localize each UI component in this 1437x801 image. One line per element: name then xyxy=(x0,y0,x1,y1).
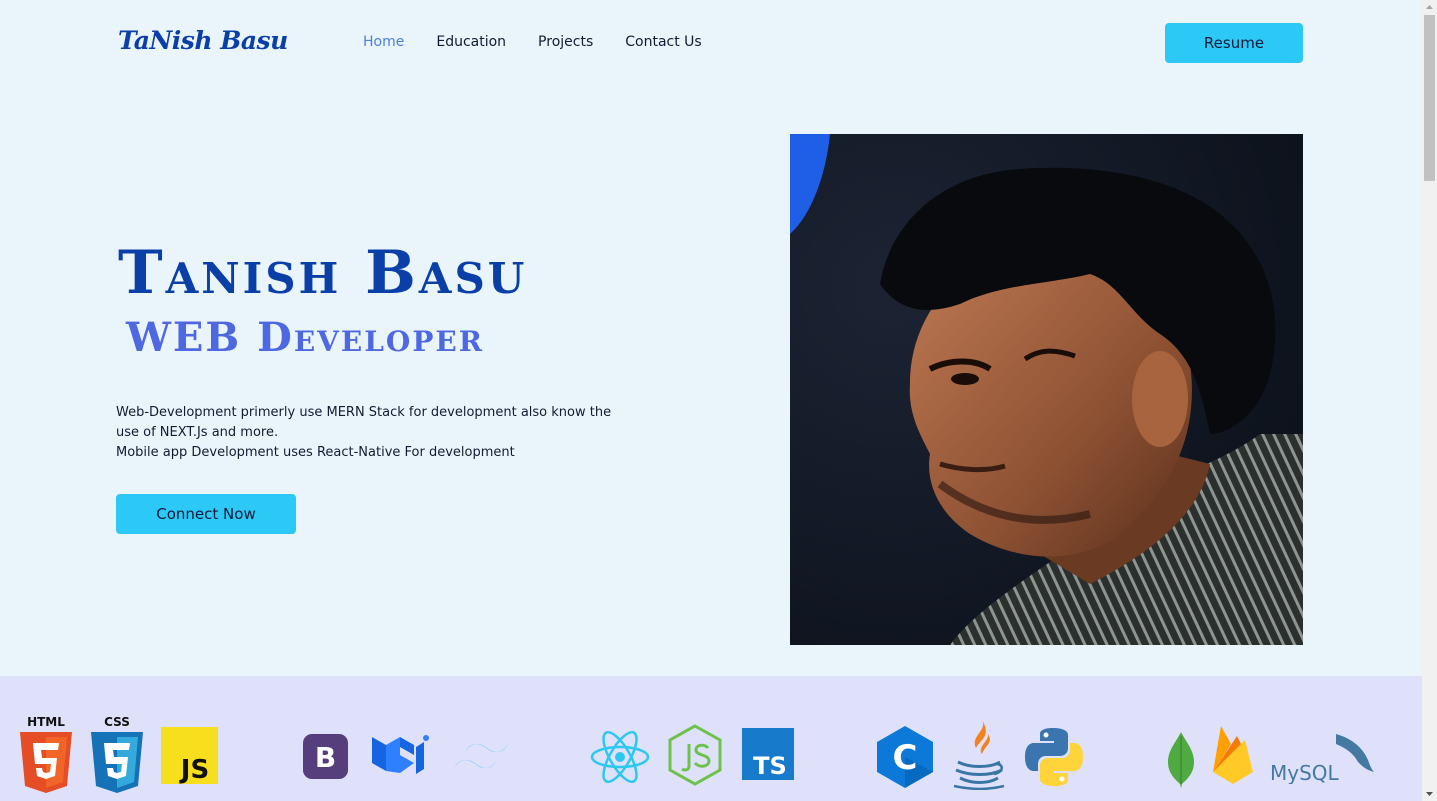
hero-description-line: Web-Development primerly use MERN Stack … xyxy=(116,405,612,420)
html5-label: HTML xyxy=(27,715,65,729)
connect-now-button[interactable]: Connect Now xyxy=(116,494,296,534)
hero-name: Tanish Basu xyxy=(118,238,528,308)
nav-education[interactable]: Education xyxy=(436,34,506,50)
scroll-down-icon[interactable] xyxy=(1422,786,1437,801)
c-language-icon: C xyxy=(877,726,933,792)
typescript-label: TS xyxy=(753,752,787,780)
react-icon xyxy=(590,730,650,788)
scrollbar-thumb[interactable] xyxy=(1424,15,1435,181)
typescript-icon: TS xyxy=(742,728,794,784)
profile-photo xyxy=(790,134,1303,645)
scroll-up-icon[interactable] xyxy=(1422,0,1437,15)
mysql-icon: MySQL xyxy=(1270,732,1376,788)
hero-description-line: use of NEXT.Js and more. xyxy=(116,425,279,440)
site-logo[interactable]: TaNish Basu xyxy=(118,26,288,55)
c-language-label: C xyxy=(893,738,918,778)
bootstrap-label: B xyxy=(315,741,336,774)
page-scrollbar[interactable] xyxy=(1422,0,1437,801)
css3-icon: CSS xyxy=(89,714,145,798)
html5-icon: HTML xyxy=(18,714,74,798)
javascript-icon: JS xyxy=(161,727,218,788)
bootstrap-icon: B xyxy=(303,734,348,783)
java-icon xyxy=(952,720,1006,794)
mysql-label: MySQL xyxy=(1270,761,1340,784)
css3-label: CSS xyxy=(104,715,130,729)
hero-description-line: Mobile app Development uses React-Native… xyxy=(116,445,515,460)
javascript-label: JS xyxy=(179,755,209,784)
firebase-icon xyxy=(1209,724,1257,790)
resume-button[interactable]: Resume xyxy=(1165,23,1303,63)
python-icon xyxy=(1023,726,1085,792)
tailwind-icon xyxy=(452,738,510,778)
mongodb-icon xyxy=(1166,732,1196,792)
page: TaNish Basu Home Education Projects Cont… xyxy=(0,0,1437,801)
material-ui-icon xyxy=(370,733,430,783)
nav-projects[interactable]: Projects xyxy=(538,34,593,50)
nav-contact-us[interactable]: Contact Us xyxy=(625,34,701,50)
skills-strip: HTML CSS JS B TS C MySQL xyxy=(0,676,1422,801)
main-nav: Home Education Projects Contact Us xyxy=(363,34,702,50)
nav-home[interactable]: Home xyxy=(363,34,404,50)
hero-role: WEB Developer xyxy=(126,314,484,361)
hero-description: Web-Development primerly use MERN Stack … xyxy=(116,403,626,463)
nodejs-icon xyxy=(667,724,723,790)
